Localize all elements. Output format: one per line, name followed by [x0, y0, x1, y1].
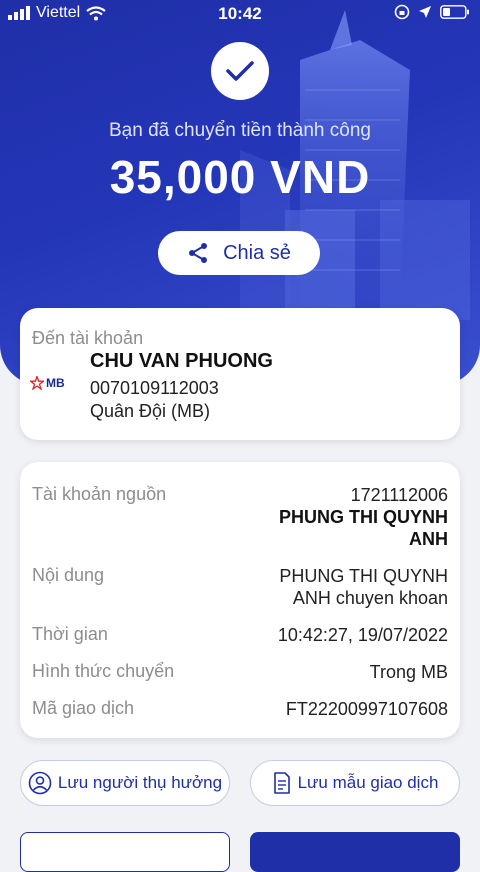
save-template-button[interactable]: Lưu mẫu giao dịch [250, 760, 460, 806]
content-line1: PHUNG THI QUYNH [279, 566, 448, 586]
method-value: Trong MB [369, 662, 448, 682]
transaction-id-label: Mã giao dịch [32, 698, 135, 718]
success-message: Bạn đã chuyển tiền thành công [109, 120, 371, 141]
status-indicators [394, 4, 470, 20]
source-account-value: 1721112006 PHUNG THI QUYNH ANH [279, 484, 448, 550]
orientation-lock-icon [394, 4, 410, 20]
content-label: Nội dung [32, 565, 105, 585]
transfer-amount: 35,000 VND [109, 151, 371, 203]
mb-logo-text: MB [46, 376, 65, 390]
secondary-action-button[interactable] [20, 832, 230, 872]
beneficiary-account-number: 0070109112003 [90, 378, 219, 398]
source-account-name-line1: PHUNG THI QUYNH [278, 507, 448, 527]
destination-account-card: Đến tài khoản MB CHU VAN PHUONG 00701091… [20, 308, 460, 440]
beneficiary-name: CHU VAN PHUONG [90, 350, 273, 372]
source-account-name-line2: ANH [409, 529, 448, 549]
primary-action-button[interactable] [250, 832, 460, 872]
transaction-id-value: FT22200997107608 [285, 699, 448, 719]
method-label: Hình thức chuyển [32, 661, 175, 681]
save-beneficiary-label: Lưu người thụ hưởng [57, 773, 223, 792]
share-label: Chia sẻ [223, 241, 291, 264]
source-account-number: 1721112006 [350, 485, 448, 505]
battery-icon [440, 5, 469, 19]
mb-bank-logo: MB [30, 376, 65, 390]
location-icon [419, 6, 431, 18]
destination-caption: Đến tài khoản [32, 328, 144, 348]
beneficiary-bank-name: Quân Đội (MB) [90, 401, 211, 421]
user-circle-icon [28, 771, 52, 795]
mb-star-icon [30, 376, 44, 390]
share-button[interactable]: Chia sẻ [158, 231, 320, 275]
source-account-label: Tài khoản nguồn [32, 484, 167, 504]
time-label: Thời gian [32, 624, 108, 644]
share-icon [189, 243, 208, 263]
save-template-label: Lưu mẫu giao dịch [297, 773, 439, 792]
transaction-details-card: Tài khoản nguồn 1721112006 PHUNG THI QUY… [20, 462, 460, 738]
document-icon [273, 772, 290, 794]
save-beneficiary-button[interactable]: Lưu người thụ hưởng [20, 760, 230, 806]
time-value: 10:42:27, 19/07/2022 [277, 625, 448, 645]
content-value: PHUNG THI QUYNH ANH chuyen khoan [279, 565, 448, 609]
checkmark-icon [226, 61, 254, 81]
content-line2: ANH chuyen khoan [292, 588, 448, 608]
success-check-badge [211, 42, 269, 100]
status-bar: Viettel 10:42 [0, 0, 480, 28]
